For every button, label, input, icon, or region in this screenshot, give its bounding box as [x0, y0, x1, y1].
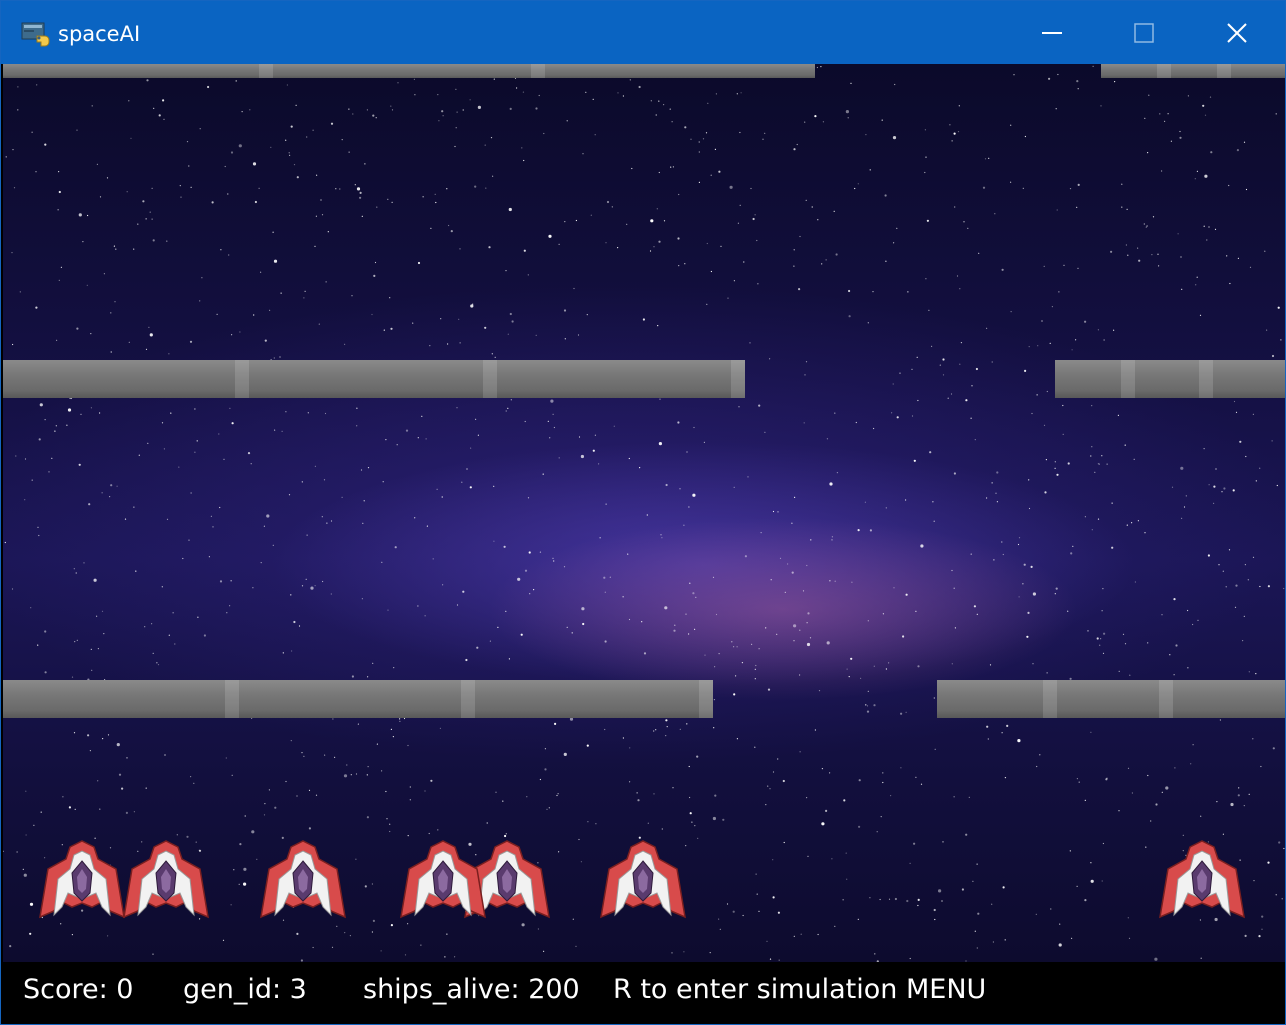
barrier-segment: [3, 360, 745, 398]
minimize-icon: [1042, 31, 1062, 34]
maximize-button[interactable]: [1098, 1, 1190, 64]
generation-label: gen_id: 3: [183, 974, 307, 1005]
close-icon: [1227, 22, 1247, 43]
title-bar: spaceAI: [1, 1, 1285, 64]
game-canvas: [3, 64, 1285, 962]
menu-hint-label: R to enter simulation MENU: [613, 974, 987, 1005]
ships-alive-label: ships_alive: 200: [363, 974, 580, 1005]
close-button[interactable]: [1191, 1, 1283, 64]
status-bar: Score: 0 gen_id: 3 ships_alive: 200 R to…: [3, 962, 1285, 1024]
barrier-segment: [1101, 64, 1285, 78]
player-ship: [260, 840, 346, 918]
barrier-segment: [3, 64, 815, 78]
score-label: Score: 0: [23, 974, 134, 1005]
player-ship: [1159, 840, 1245, 918]
player-ship: [600, 840, 686, 918]
python-icon: [21, 22, 50, 47]
player-ship: [123, 840, 209, 918]
game-window: spaceAI Score: 0 gen_id: 3 ships_alive: …: [0, 0, 1286, 1025]
barrier-segment: [3, 680, 713, 718]
window-title: spaceAI: [58, 22, 141, 46]
maximize-icon: [1134, 22, 1154, 43]
barrier-segment: [937, 680, 1285, 718]
barrier-segment: [1055, 360, 1285, 398]
minimize-button[interactable]: [1006, 1, 1098, 64]
player-ship: [39, 840, 125, 918]
player-ship: [400, 840, 486, 918]
starfield-background: [3, 64, 1285, 962]
